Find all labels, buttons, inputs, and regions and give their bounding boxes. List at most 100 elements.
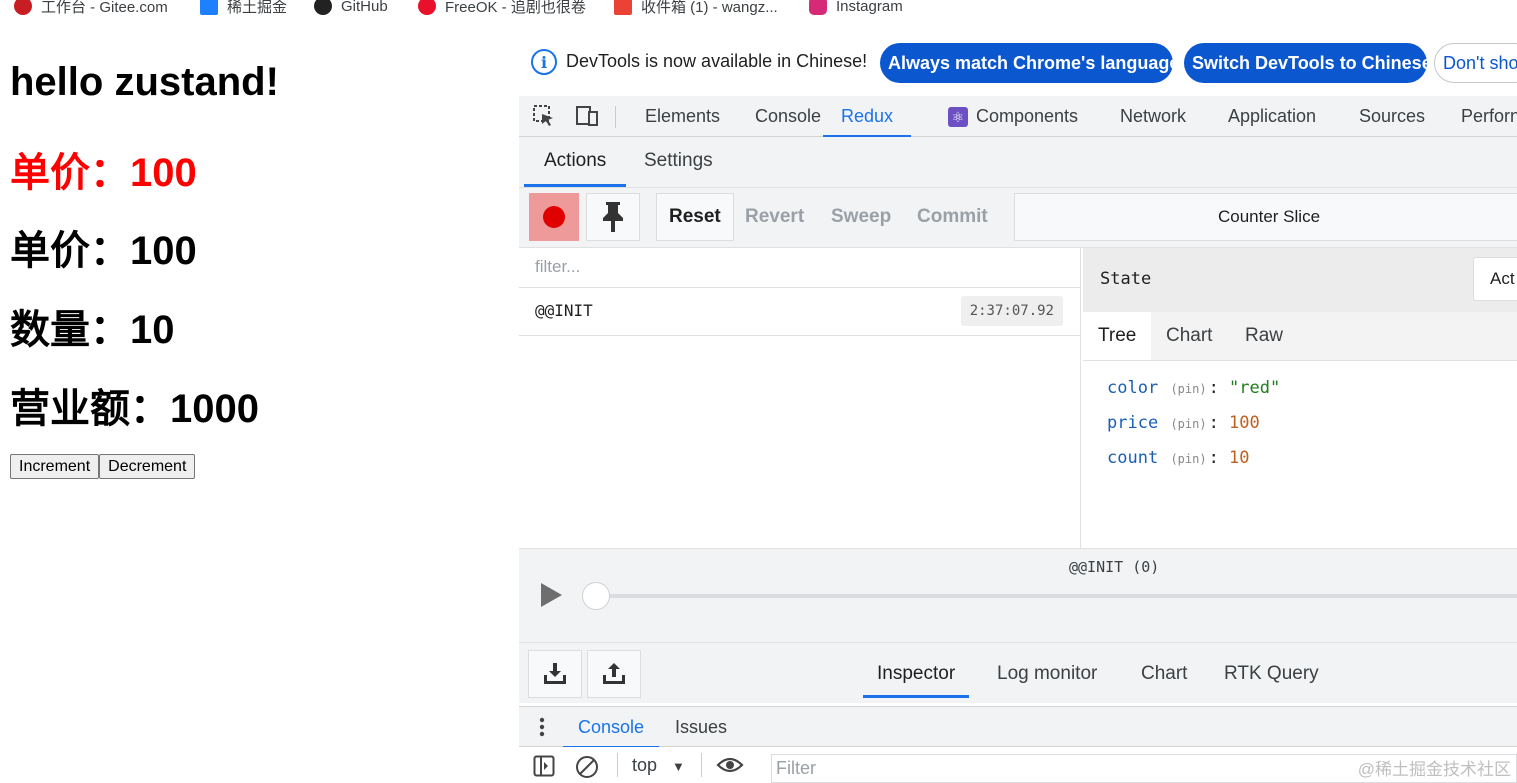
- info-icon: i: [531, 49, 557, 75]
- state-tab-chart[interactable]: Chart: [1151, 312, 1227, 360]
- state-tab-tree[interactable]: Tree: [1083, 312, 1152, 360]
- sidebar-toggle-icon[interactable]: [533, 755, 555, 777]
- more-menu-icon[interactable]: [538, 716, 546, 738]
- context-select[interactable]: top ▼: [632, 755, 685, 776]
- import-button[interactable]: [528, 650, 582, 698]
- button-group: Increment Decrement: [10, 454, 196, 479]
- pin-icon: [603, 202, 623, 232]
- export-button[interactable]: [587, 650, 641, 698]
- state-key: count: [1107, 448, 1159, 468]
- action-list-item[interactable]: @@INIT 2:37:07.92: [519, 288, 1081, 336]
- page-title: hello zustand!: [10, 60, 279, 104]
- bookmark-freeok[interactable]: FreeOK - 追剧也很卷: [418, 0, 586, 16]
- state-row-color: color (pin): "red": [1107, 378, 1281, 398]
- pin-link[interactable]: (pin): [1170, 382, 1206, 396]
- bookmark-label: FreeOK - 追剧也很卷: [445, 0, 586, 16]
- tab-label: Components: [976, 106, 1079, 126]
- bookmark-gitee[interactable]: 工作台 - Gitee.com: [14, 0, 168, 16]
- count-text: 数量：10: [10, 308, 175, 352]
- monitor-tab-chart[interactable]: Chart: [1141, 650, 1187, 698]
- redux-toolbar: Reset Revert Sweep Commit Counter Slice: [519, 187, 1517, 248]
- context-label: top: [632, 755, 658, 775]
- tab-elements[interactable]: Elements: [645, 96, 720, 137]
- infobar-text: DevTools is now available in Chinese!: [566, 51, 868, 71]
- gitee-icon: [14, 0, 32, 15]
- tab-network[interactable]: Network: [1120, 96, 1186, 137]
- tabbar-separator: [615, 106, 616, 128]
- state-tree: color (pin): "red" price (pin): 100 coun…: [1107, 378, 1280, 483]
- bookmark-gmail[interactable]: 收件箱 (1) - wangz...: [614, 0, 778, 16]
- monitor-tab-inspector[interactable]: Inspector: [862, 650, 970, 698]
- state-row-count: count (pin): 10: [1107, 448, 1250, 468]
- price-text: 单价：100: [10, 229, 197, 273]
- state-tab-raw[interactable]: Raw: [1230, 312, 1298, 360]
- github-icon: [314, 0, 332, 15]
- reset-button[interactable]: Reset: [656, 193, 734, 241]
- pin-link[interactable]: (pin): [1170, 452, 1206, 466]
- monitor-tab-log[interactable]: Log monitor: [997, 650, 1097, 698]
- pin-link[interactable]: (pin): [1170, 417, 1206, 431]
- switch-to-chinese-button[interactable]: Switch DevTools to Chinese: [1184, 43, 1432, 83]
- bookmark-juejin[interactable]: 稀土掘金: [200, 0, 287, 16]
- record-button[interactable]: [529, 193, 579, 241]
- inspect-element-icon[interactable]: [532, 104, 556, 128]
- instance-select[interactable]: Counter Slice: [1014, 193, 1517, 241]
- play-icon[interactable]: [541, 583, 562, 607]
- state-title: State: [1100, 269, 1152, 289]
- eye-icon[interactable]: [716, 755, 744, 775]
- state-row-price: price (pin): 100: [1107, 413, 1260, 433]
- drawer-tabbar: Console Issues: [519, 706, 1517, 748]
- tab-application[interactable]: Application: [1228, 96, 1316, 137]
- always-match-language-button[interactable]: Always match Chrome's language: [880, 43, 1179, 83]
- subtab-settings[interactable]: Settings: [644, 137, 713, 184]
- drawer-tab-issues[interactable]: Issues: [675, 707, 727, 747]
- juejin-icon: [200, 0, 218, 15]
- action-filter-input[interactable]: filter...: [519, 248, 1081, 288]
- action-name: @@INIT: [535, 301, 593, 320]
- dont-show-button[interactable]: Don't sho: [1434, 43, 1517, 83]
- drawer-tab-console[interactable]: Console: [562, 707, 660, 748]
- tab-redux[interactable]: Redux: [823, 96, 912, 137]
- bookmark-instagram[interactable]: Instagram: [809, 0, 903, 16]
- bookmark-label: GitHub: [341, 0, 388, 15]
- upload-icon: [603, 663, 625, 684]
- download-icon: [544, 663, 566, 684]
- react-icon: ⚛: [948, 106, 968, 127]
- action-view-button[interactable]: Act: [1473, 257, 1517, 301]
- gmail-icon: [614, 0, 632, 15]
- tab-console[interactable]: Console: [755, 96, 821, 137]
- sweep-button[interactable]: Sweep: [819, 193, 903, 241]
- tab-performance[interactable]: Perforn: [1461, 96, 1517, 137]
- decrement-button[interactable]: Decrement: [99, 454, 196, 479]
- bookmark-label: Instagram: [836, 0, 903, 15]
- redux-devtools: Actions Settings Reset Revert Sweep Comm…: [519, 137, 1517, 783]
- commit-button[interactable]: Commit: [905, 193, 1000, 241]
- state-value: 100: [1229, 413, 1260, 433]
- language-infobar: i DevTools is now available in Chinese! …: [519, 40, 1517, 96]
- slider-track[interactable]: [595, 594, 1517, 598]
- slider-thumb[interactable]: [582, 582, 610, 610]
- devtools-tabbar: Elements Console Redux ⚛ Components Netw…: [519, 96, 1517, 137]
- redux-subtabs: Actions Settings: [519, 137, 1517, 187]
- toolbar-separator: [701, 753, 702, 777]
- state-value: 10: [1229, 448, 1250, 468]
- watermark: @稀土掘金技术社区: [1357, 760, 1511, 779]
- monitor-tab-rtk-query[interactable]: RTK Query: [1224, 650, 1319, 698]
- device-toolbar-icon[interactable]: [575, 104, 599, 128]
- bookmark-label: 工作台 - Gitee.com: [41, 0, 168, 16]
- bookmark-github[interactable]: GitHub: [314, 0, 388, 16]
- instagram-icon: [809, 0, 827, 15]
- price-red-text: 单价：100: [10, 151, 197, 195]
- subtab-actions[interactable]: Actions: [524, 137, 627, 187]
- increment-button[interactable]: Increment: [10, 454, 100, 479]
- clear-console-icon[interactable]: [575, 755, 599, 779]
- state-panel: State Act Tree Chart Raw color (pin): "r…: [1083, 248, 1517, 548]
- revert-button[interactable]: Revert: [733, 193, 816, 241]
- record-icon: [543, 206, 565, 228]
- toolbar-separator: [617, 753, 618, 777]
- tab-components[interactable]: ⚛ Components: [948, 96, 1078, 137]
- time-travel-slider: @@INIT (0): [519, 548, 1517, 642]
- pin-button[interactable]: [586, 193, 640, 241]
- tab-sources[interactable]: Sources: [1359, 96, 1425, 137]
- state-view-tabs: Tree Chart Raw: [1083, 312, 1517, 361]
